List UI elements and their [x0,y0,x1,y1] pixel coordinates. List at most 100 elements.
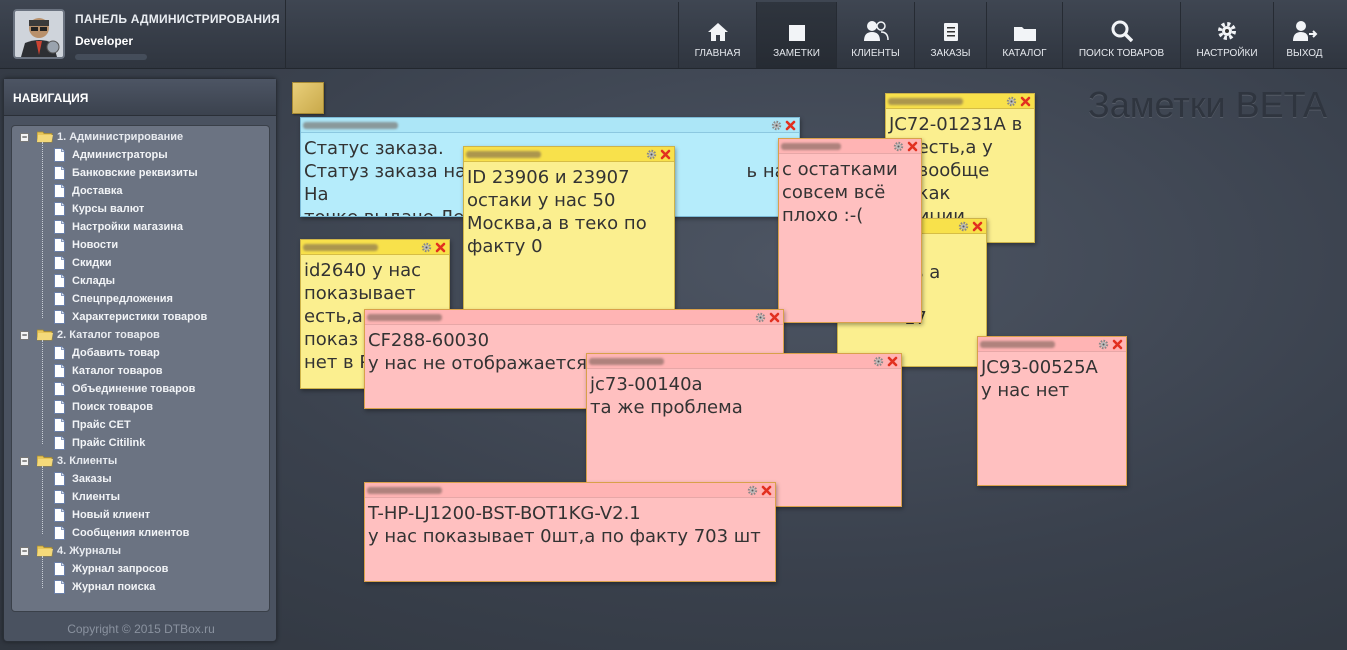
document-icon [54,508,65,522]
nav-tree-item[interactable]: Склады [54,272,115,290]
note-titlebar[interactable] [779,139,921,154]
nav-clients[interactable]: КЛИЕНТЫ [836,2,914,68]
nav-tree-item[interactable]: Клиенты [54,488,120,506]
nav-tree-item[interactable]: Прайс Citilink [54,434,145,452]
note-settings-icon[interactable] [747,485,758,496]
nav-tree-item-label: Журнал запросов [72,563,169,575]
note-titlebar[interactable] [464,147,674,162]
note-close-icon[interactable] [887,356,898,367]
collapse-toggle[interactable]: − [20,330,29,340]
nav-tree-item-label: Журнал поиска [72,581,156,593]
nav-tree-item-label: Спецпредложения [72,293,173,305]
nav-tree-item[interactable]: Новый клиент [54,506,150,524]
nav-tree-item-label: Заказы [72,473,112,485]
collapse-toggle[interactable]: − [20,132,29,142]
nav-tree-item-label: Прайс Citilink [72,437,146,449]
note-settings-icon[interactable] [646,149,657,160]
note-titlebar[interactable] [301,240,449,255]
nav-tree-item[interactable]: Скидки [54,254,111,272]
nav-tree-item[interactable]: Доставка [54,182,123,200]
nav-orders[interactable]: ЗАКАЗЫ [914,2,986,68]
nav-tree-item[interactable]: Прайс CET [54,416,131,434]
note-titlebar[interactable] [978,337,1126,352]
note-card[interactable]: T-HP-LJ1200-BST-BOT1KG-V2.1 у нас показы… [364,482,776,582]
note-text[interactable]: ID 23906 и 23907 остаки у нас 50 Москва,… [464,162,674,262]
nav-settings[interactable]: НАСТРОЙКИ [1180,2,1273,68]
note-titlebar[interactable] [301,118,799,133]
nav-tree-item[interactable]: Характеристики товаров [54,308,207,326]
nav-tree-item[interactable]: Поиск товаров [54,398,153,416]
note-text[interactable]: с остатками совсем всё плохо :-( [779,154,921,231]
nav-tree: − 1. Администрирование Администраторы Банко… [11,125,270,612]
note-titlebar[interactable] [365,310,783,325]
note-titlebar[interactable] [365,483,775,498]
nav-tree-item[interactable]: Объединение товаров [54,380,195,398]
note-author-blurred [303,122,398,129]
note-settings-icon[interactable] [873,356,884,367]
note-close-icon[interactable] [785,120,796,131]
nav-tree-item[interactable]: Сообщения клиентов [54,524,189,542]
nav-tree-item[interactable]: Заказы [54,470,112,488]
add-note-button[interactable] [292,82,324,114]
note-titlebar[interactable] [587,354,901,369]
nav-logout[interactable]: ВЫХОД [1273,2,1335,68]
document-icon [54,166,65,180]
note-settings-icon[interactable] [958,221,969,232]
nav-group[interactable]: − 4. Журналы [20,542,121,560]
note-text[interactable]: JC93-00525A у нас нет [978,352,1126,406]
nav-tree-item[interactable]: Каталог товаров [54,362,163,380]
note-author-blurred [303,244,378,251]
nav-tree-item[interactable]: Спецпредложения [54,290,173,308]
nav-tree-item[interactable]: Настройки магазина [54,218,183,236]
nav-group[interactable]: − 2. Каталог товаров [20,326,160,344]
document-icon [54,292,65,306]
note-close-icon[interactable] [660,149,671,160]
note-titlebar[interactable] [886,94,1034,109]
note-settings-icon[interactable] [1006,96,1017,107]
note-close-icon[interactable] [907,141,918,152]
note-close-icon[interactable] [769,312,780,323]
note-close-icon[interactable] [435,242,446,253]
note-settings-icon[interactable] [893,141,904,152]
nav-tree-item-label: Новый клиент [72,509,151,521]
folder-icon [37,131,53,143]
document-icon [54,418,65,432]
note-text[interactable]: jc73-00140a та же проблема [587,369,901,423]
nav-group-label: 3. Клиенты [57,455,118,467]
note-author-blurred [589,358,664,365]
nav-tree-item[interactable]: Администраторы [54,146,168,164]
note-close-icon[interactable] [972,221,983,232]
nav-tree-item[interactable]: Журнал поиска [54,578,155,596]
nav-tree-item-label: Настройки магазина [72,221,184,233]
nav-tree-item[interactable]: Добавить товар [54,344,160,362]
nav-catalog[interactable]: КАТАЛОГ [986,2,1062,68]
nav-group[interactable]: − 1. Администрирование [20,128,183,146]
note-card[interactable]: ID 23906 и 23907 остаки у нас 50 Москва,… [463,146,675,311]
note-settings-icon[interactable] [421,242,432,253]
note-settings-icon[interactable] [1098,339,1109,350]
note-close-icon[interactable] [1112,339,1123,350]
nav-group[interactable]: − 3. Клиенты [20,452,117,470]
note-card[interactable]: с остатками совсем всё плохо :-( [778,138,922,323]
nav-tree-item-label: Каталог товаров [72,365,163,377]
gear-icon [1218,22,1236,40]
nav-tree-item[interactable]: Курсы валют [54,200,144,218]
note-settings-icon[interactable] [771,120,782,131]
nav-tree-item[interactable]: Новости [54,236,118,254]
nav-tree-item[interactable]: Банковские реквизиты [54,164,198,182]
folder-icon [37,455,53,467]
note-settings-icon[interactable] [755,312,766,323]
collapse-toggle[interactable]: − [20,546,29,556]
note-author-blurred [367,487,442,494]
note-close-icon[interactable] [761,485,772,496]
nav-tree-item[interactable]: Журнал запросов [54,560,168,578]
nav-tree-item-label: Добавить товар [72,347,160,359]
nav-settings-label: НАСТРОЙКИ [1196,48,1258,59]
nav-home[interactable]: ГЛАВНАЯ [678,2,756,68]
note-text[interactable]: T-HP-LJ1200-BST-BOT1KG-V2.1 у нас показы… [365,498,775,552]
collapse-toggle[interactable]: − [20,456,29,466]
note-close-icon[interactable] [1020,96,1031,107]
nav-product-search[interactable]: ПОИСК ТОВАРОВ [1062,2,1180,68]
nav-notes[interactable]: ЗАМЕТКИ [756,2,836,68]
note-card[interactable]: JC93-00525A у нас нет [977,336,1127,486]
